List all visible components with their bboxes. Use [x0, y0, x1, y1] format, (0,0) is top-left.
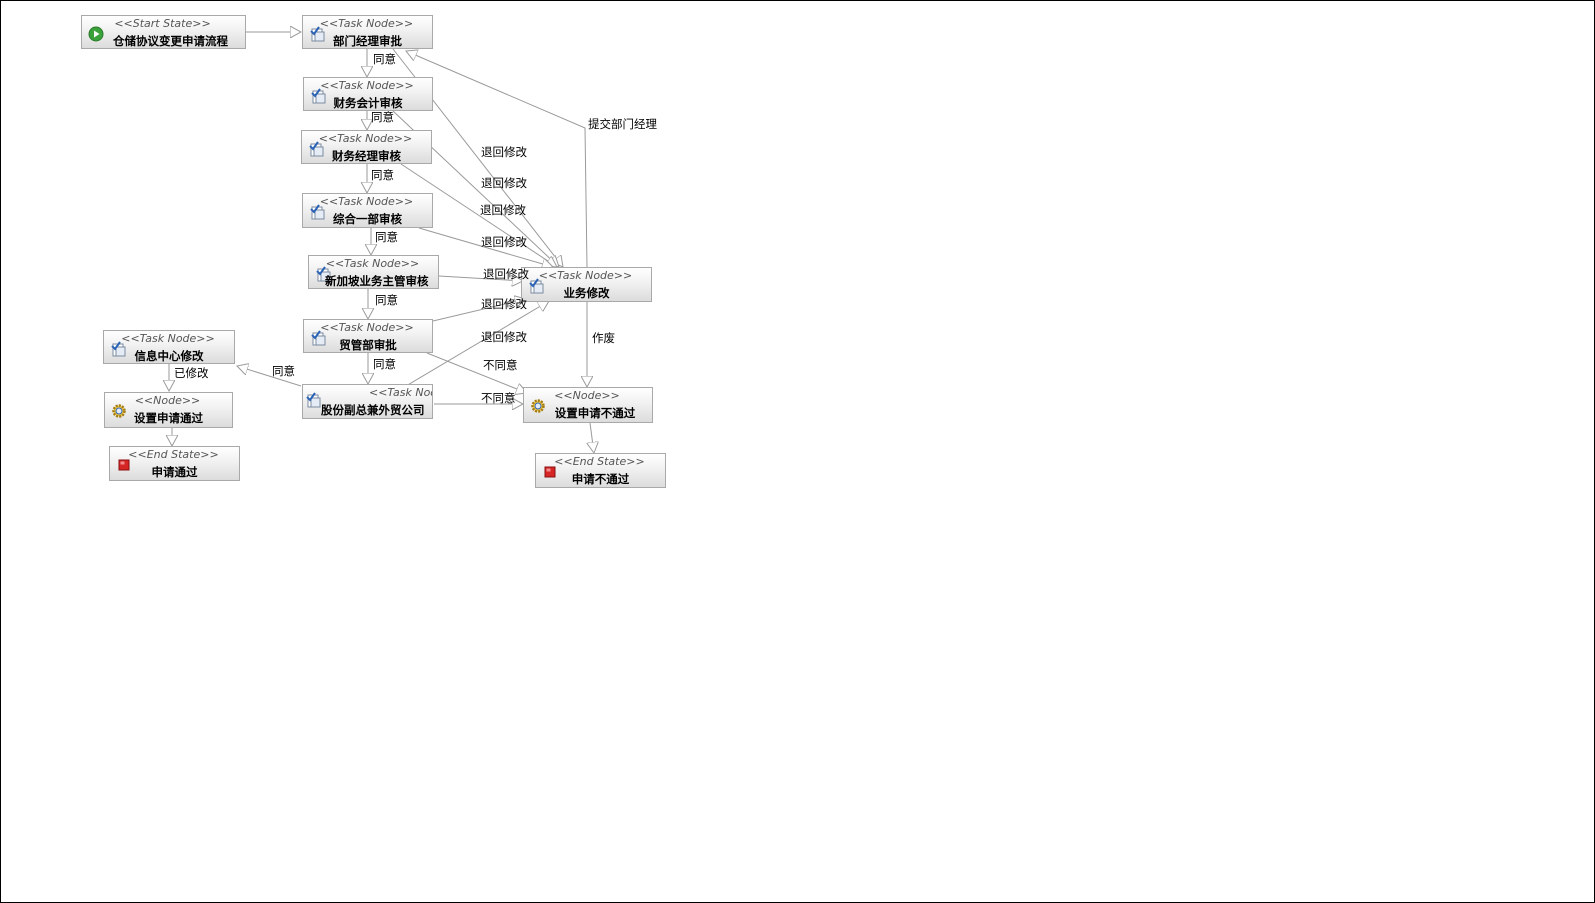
node-sg-super[interactable]: <<Task Node>> 新加坡业务主管审核 — [308, 255, 439, 289]
transition-arrows — [1, 1, 1595, 903]
node-trade-dept[interactable]: <<Task Node>> 贸管部审批 — [303, 319, 433, 353]
node-start[interactable]: <<Start State>> 仓储协议变更申请流程 — [81, 15, 246, 49]
edge-set-fail-to-end — [590, 422, 594, 453]
edge-label-submit-dept-mgr[interactable]: 提交部门经理 — [588, 117, 657, 131]
node-name: 申请通过 — [151, 465, 198, 479]
node-stereotype: <<Task Node>> — [121, 332, 215, 345]
edge-label-agree[interactable]: 同意 — [373, 357, 396, 371]
node-dept-mgr[interactable]: <<Task Node>> 部门经理审批 — [302, 15, 433, 49]
edge-label-return-modify[interactable]: 退回修改 — [481, 176, 527, 190]
edge-label-agree[interactable]: 同意 — [375, 230, 398, 244]
edge-label-return-modify[interactable]: 退回修改 — [481, 297, 527, 311]
node-name: 业务修改 — [563, 286, 610, 300]
node-stereotype: <<Node>> — [134, 394, 201, 407]
node-set-pass[interactable]: <<Node>> 设置申请通过 — [104, 392, 233, 428]
node-vp[interactable]: <<Task Node>> 股份副总兼外贸公司 — [302, 384, 433, 419]
node-name: 财务经理审核 — [332, 149, 401, 163]
edge-label-return-modify[interactable]: 退回修改 — [481, 145, 527, 159]
node-name: 信息中心修改 — [134, 349, 204, 363]
node-general1[interactable]: <<Task Node>> 综合一部审核 — [302, 193, 433, 228]
node-stereotype: <<Start State>> — [114, 17, 211, 30]
edge-label-agree[interactable]: 同意 — [272, 364, 295, 378]
node-end-pass[interactable]: <<End State>> 申请通过 — [109, 446, 240, 481]
workflow-canvas: <<Start State>> 仓储协议变更申请流程 <<Task Node>>… — [0, 0, 1595, 903]
node-name: 部门经理审批 — [333, 34, 402, 48]
edge-label-return-modify[interactable]: 退回修改 — [483, 267, 529, 281]
node-stereotype: <<Task Node>> — [538, 269, 633, 282]
edge-label-modified[interactable]: 已修改 — [174, 366, 209, 380]
edge-label-agree[interactable]: 同意 — [375, 293, 398, 307]
node-info-center[interactable]: <<Task Node>> 信息中心修改 — [103, 330, 235, 364]
node-stereotype: <<Task Node>> — [320, 79, 414, 92]
node-name: 综合一部审核 — [333, 212, 402, 226]
node-name: 设置申请不通过 — [554, 406, 636, 420]
node-fin-mgr[interactable]: <<Task Node>> 财务经理审核 — [301, 130, 432, 164]
node-stereotype: <<Task Node>> — [319, 195, 414, 208]
node-stereotype: <<Task Node>> — [320, 321, 414, 334]
edge-label-return-modify[interactable]: 退回修改 — [481, 235, 527, 249]
node-stereotype: <<Task Node>> — [319, 17, 414, 30]
node-name: 新加坡业务主管审核 — [325, 274, 429, 288]
node-fin-acct[interactable]: <<Task Node>> 财务会计审核 — [303, 77, 433, 111]
edge-label-disagree[interactable]: 不同意 — [483, 358, 518, 372]
node-stereotype: <<Task Node>> — [369, 386, 432, 399]
edge-label-return-modify[interactable]: 退回修改 — [481, 330, 527, 344]
node-name: 设置申请通过 — [134, 411, 203, 425]
edge-label-agree[interactable]: 同意 — [371, 110, 394, 124]
edge-label-agree[interactable]: 同意 — [373, 52, 396, 66]
node-set-fail[interactable]: <<Node>> 设置申请不通过 — [523, 387, 653, 423]
edge-label-agree[interactable]: 同意 — [371, 168, 394, 182]
node-name: 贸管部审批 — [339, 338, 397, 352]
node-stereotype: <<Task Node>> — [318, 132, 413, 145]
node-end-fail[interactable]: <<End State>> 申请不通过 — [535, 453, 666, 488]
node-name: 财务会计审核 — [333, 96, 403, 110]
edge-label-return-modify[interactable]: 退回修改 — [480, 203, 526, 217]
node-name: 申请不通过 — [571, 472, 630, 486]
node-stereotype: <<Node>> — [554, 389, 620, 402]
node-stereotype: <<Task Node>> — [325, 257, 420, 270]
node-name: 股份副总兼外贸公司 — [321, 403, 425, 417]
node-stereotype: <<End State>> — [554, 455, 645, 468]
node-name: 仓储协议变更申请流程 — [113, 34, 228, 48]
edge-label-disagree[interactable]: 不同意 — [481, 391, 516, 405]
node-biz-modify[interactable]: <<Task Node>> 业务修改 — [521, 267, 652, 302]
task-icon — [306, 392, 321, 408]
edge-label-void[interactable]: 作废 — [592, 331, 615, 345]
node-stereotype: <<End State>> — [128, 448, 219, 461]
